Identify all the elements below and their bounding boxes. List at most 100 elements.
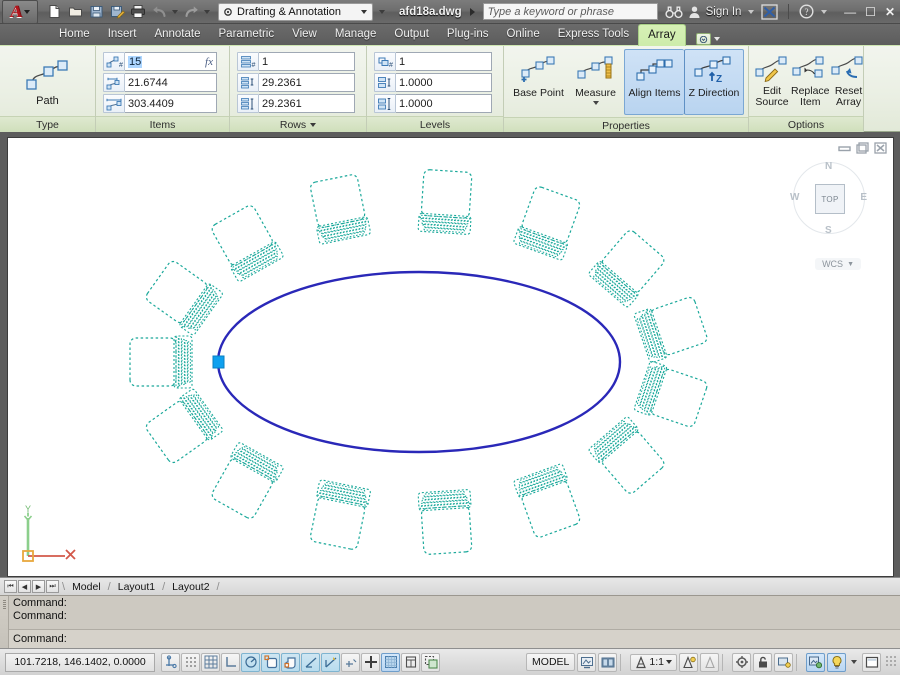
autodesk-exchange-icon[interactable] [761, 3, 779, 20]
align-items-button[interactable]: Align Items [624, 49, 684, 115]
tab-online[interactable]: Online [497, 23, 548, 45]
lineweight-toggle[interactable] [361, 652, 380, 672]
visibility-chevron-down-icon[interactable] [851, 660, 857, 664]
save-document-button[interactable] [86, 2, 106, 22]
polar-tracking-toggle[interactable] [241, 652, 260, 672]
workspace-menu-icon[interactable] [379, 9, 385, 14]
panel-title-rows[interactable]: Rows [230, 116, 366, 132]
selection-cycling-toggle[interactable] [421, 652, 440, 672]
tab-home[interactable]: Home [50, 23, 99, 45]
object-snap-toggle[interactable] [261, 652, 280, 672]
undo-dropdown-icon[interactable] [172, 9, 178, 14]
drawing-canvas[interactable]: N S E W TOP WCS ▼ Y [7, 137, 894, 577]
ribbon-options-chevron-icon[interactable] [713, 37, 720, 41]
hardware-acceleration-button[interactable] [774, 652, 793, 672]
levels-count-input[interactable]: 1 [396, 52, 492, 71]
items-count-input[interactable]: 15 fx [125, 52, 217, 71]
layout-tab-model[interactable]: Model [65, 581, 108, 593]
infer-constraints-toggle[interactable] [161, 652, 180, 672]
workspace-selector[interactable]: Drafting & Annotation [218, 2, 373, 21]
items-count-fx-icon[interactable]: fx [205, 56, 213, 68]
reset-array-button[interactable]: Reset Array [830, 50, 868, 116]
redo-dropdown-icon[interactable] [204, 9, 210, 14]
isolate-objects-button[interactable] [806, 652, 825, 672]
tab-express-tools[interactable]: Express Tools [549, 23, 638, 45]
annotation-visibility-button[interactable] [679, 652, 698, 672]
object-snap-tracking-toggle[interactable] [301, 652, 320, 672]
workspace-chevron-down-icon[interactable] [361, 9, 367, 14]
ortho-mode-toggle[interactable] [221, 652, 240, 672]
array-type-path-button[interactable]: Path [6, 50, 90, 116]
clean-screen-bulb-button[interactable] [827, 652, 846, 672]
items-between-input[interactable]: 21.6744 [125, 73, 217, 92]
grid-display-toggle[interactable] [201, 652, 220, 672]
workspace-switching-button[interactable] [732, 652, 751, 672]
quick-properties-toggle[interactable] [401, 652, 420, 672]
transparency-toggle[interactable] [381, 652, 400, 672]
document-menu-arrow-icon[interactable] [469, 7, 475, 16]
levels-between-input[interactable]: 1.0000 [396, 73, 492, 92]
rows-panel-chevron-down-icon[interactable] [310, 123, 317, 128]
user-account-icon[interactable] [688, 5, 701, 19]
sign-in-label[interactable]: Sign In [706, 6, 742, 18]
model-space-viewport-button[interactable] [577, 652, 597, 672]
rows-count-input[interactable]: 1 [259, 52, 355, 71]
model-space-button[interactable]: MODEL [526, 653, 576, 671]
clean-screen-button[interactable] [862, 652, 881, 672]
coordinate-display[interactable]: 101.7218, 146.1402, 0.0000 [5, 652, 155, 672]
edit-source-button[interactable]: Edit Source [753, 50, 791, 116]
restore-window-button[interactable]: ☐ [865, 5, 876, 19]
help-question-icon[interactable]: ? [799, 4, 814, 19]
toolbar-lock-button[interactable] [753, 652, 772, 672]
close-window-button[interactable]: ✕ [885, 5, 895, 19]
dynamic-ucs-toggle[interactable] [321, 652, 340, 672]
prev-layout-button[interactable]: ◀ [18, 580, 31, 593]
scale-chevron-down-icon[interactable] [666, 660, 672, 664]
new-document-button[interactable] [44, 2, 64, 22]
ribbon-minimize-icon[interactable] [695, 33, 711, 45]
resize-grip[interactable] [885, 655, 897, 669]
dynamic-input-toggle[interactable] [341, 652, 360, 672]
application-menu-button[interactable]: A [2, 0, 38, 24]
measure-chevron-down-icon[interactable] [592, 101, 599, 105]
z-direction-button[interactable]: Z Z Direction [684, 49, 744, 115]
minimize-window-button[interactable]: — [844, 5, 856, 19]
help-chevron-icon[interactable] [821, 9, 828, 14]
open-document-button[interactable] [65, 2, 85, 22]
tab-output[interactable]: Output [385, 23, 438, 45]
command-line-grip[interactable] [0, 596, 9, 648]
tab-parametric[interactable]: Parametric [210, 23, 284, 45]
layout-tab-layout2[interactable]: Layout2 [165, 581, 216, 593]
measure-button[interactable]: Measure [567, 50, 624, 116]
array-path-ellipse[interactable] [216, 270, 622, 454]
tab-view[interactable]: View [283, 23, 326, 45]
layout-viewport-button[interactable] [598, 652, 618, 672]
levels-total-input[interactable]: 1.0000 [396, 94, 492, 113]
rows-between-input[interactable]: 29.2361 [259, 73, 355, 92]
sign-in-chevron-icon[interactable] [748, 9, 755, 14]
auto-add-scale-button[interactable] [700, 652, 719, 672]
undo-button[interactable] [149, 2, 169, 22]
snap-mode-toggle[interactable] [181, 652, 200, 672]
tab-array[interactable]: Array [638, 24, 686, 46]
3d-object-snap-toggle[interactable] [281, 652, 300, 672]
command-input[interactable]: Command: [9, 630, 900, 648]
base-point-button[interactable]: Base Point [510, 50, 567, 116]
last-layout-button[interactable]: ⏭ [46, 580, 59, 593]
search-input[interactable]: Type a keyword or phrase [482, 3, 658, 20]
tab-insert[interactable]: Insert [99, 23, 146, 45]
binoculars-icon[interactable] [665, 5, 683, 19]
layout-tab-layout1[interactable]: Layout1 [111, 581, 162, 593]
items-total-input[interactable]: 303.4409 [125, 94, 217, 113]
annotation-scale-button[interactable]: 1:1 [630, 653, 677, 671]
replace-item-button[interactable]: Replace Item [791, 50, 830, 116]
tab-manage[interactable]: Manage [326, 23, 386, 45]
redo-button[interactable] [181, 2, 201, 22]
save-as-document-button[interactable] [107, 2, 127, 22]
next-layout-button[interactable]: ▶ [32, 580, 45, 593]
plot-document-button[interactable] [128, 2, 148, 22]
rows-total-input[interactable]: 29.2361 [259, 94, 355, 113]
tab-plugins[interactable]: Plug-ins [438, 23, 498, 45]
first-layout-button[interactable]: ⏮ [4, 580, 17, 593]
tab-annotate[interactable]: Annotate [145, 23, 209, 45]
